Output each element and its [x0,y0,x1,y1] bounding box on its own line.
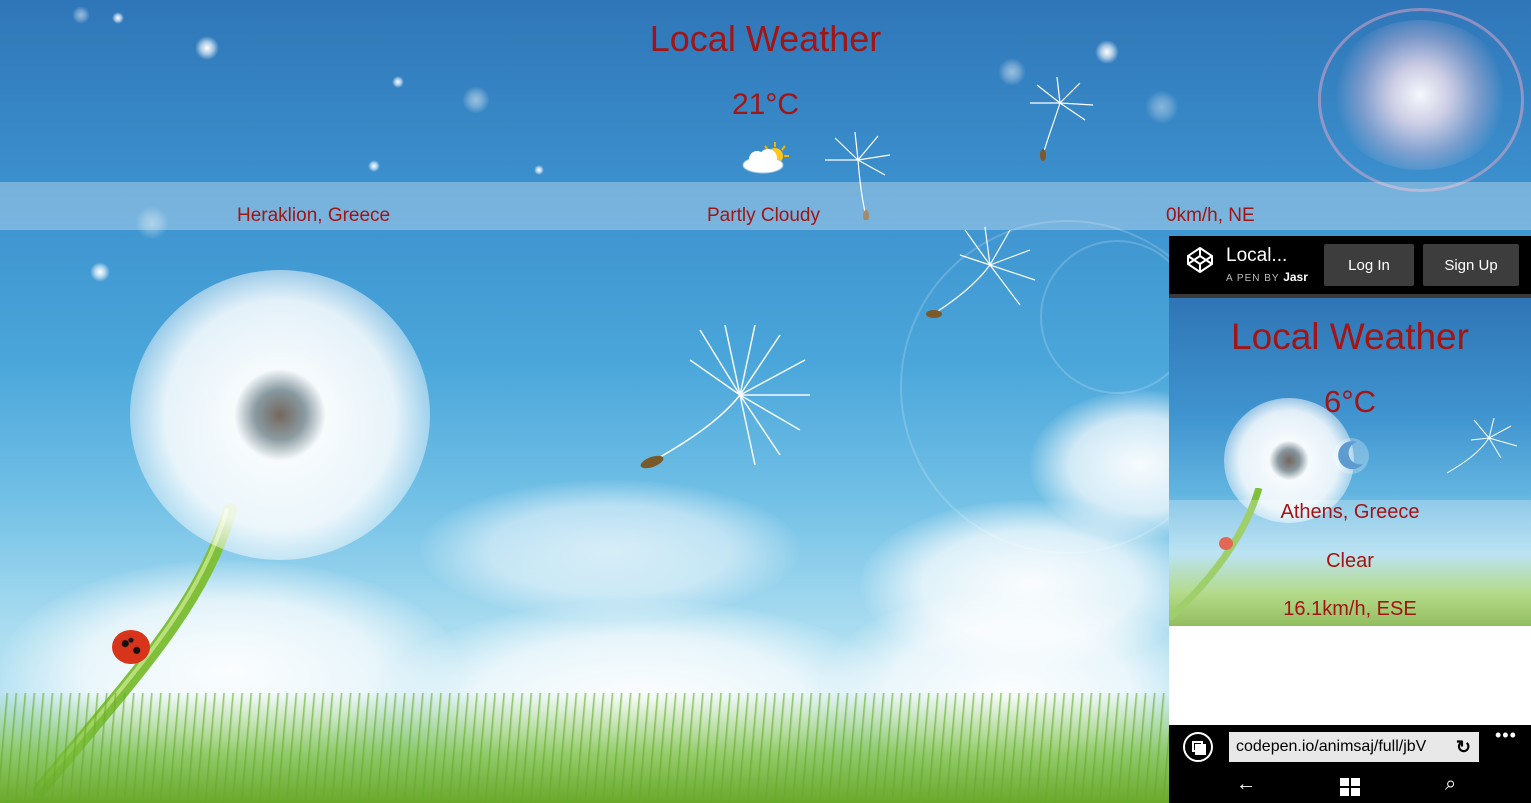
sparkle [534,165,544,175]
more-icon[interactable]: ••• [1495,725,1517,746]
wind: 0km/h, NE [1166,205,1255,226]
moon-icon [1333,438,1369,474]
mini-location: Athens, Greece [1280,501,1420,523]
temperature: 21°C [731,88,800,121]
sparkle [998,58,1026,86]
tabs-icon[interactable] [1183,732,1213,762]
condition: Partly Cloudy [707,205,820,226]
mini-weather-app: Local Weather 6°C Athens, Greece Clear 1… [1169,298,1531,626]
location: Heraklion, Greece [237,205,391,226]
codepen-header: Local... A PEN BY Jasr Log In Sign Up [1169,236,1531,298]
pen-by-label: A PEN BY [1226,273,1280,284]
mini-condition: Clear [1326,550,1374,572]
app-title: Local Weather [649,18,882,59]
codepen-logo-icon[interactable] [1185,245,1215,275]
ladybug-icon [112,630,150,664]
pen-byline: A PEN BY Jasr [1226,270,1308,284]
partly-cloudy-icon [741,140,791,176]
search-icon[interactable]: ⌕ [1445,773,1456,796]
back-arrow-icon[interactable]: ← [1236,773,1256,796]
system-nav-bar: ← ⌕ [1169,769,1531,803]
sparkle [392,76,404,88]
dandelion-puff [130,270,430,560]
sparkle [368,160,380,172]
mini-wind: 16.1km/h, ESE [1283,598,1417,620]
windows-logo-icon[interactable] [1340,778,1360,796]
dandelion-seed [640,324,810,469]
browser-address-bar: codepen.io/animsaj/full/jbV ↻ ••• [1169,725,1531,769]
sparkle [90,262,110,282]
url-text: codepen.io/animsaj/full/jbV [1236,738,1427,755]
pen-title[interactable]: Local... [1226,245,1287,267]
grass [0,693,1180,803]
phone-screenshot: Local... A PEN BY Jasr Log In Sign Up Lo… [1169,236,1531,803]
dandelion-seed [926,226,1036,318]
login-button[interactable]: Log In [1324,244,1414,286]
dandelion-seed [1446,418,1518,474]
signup-button[interactable]: Sign Up [1423,244,1519,286]
mini-app-title: Local Weather [1231,316,1469,357]
pen-author[interactable]: Jasr [1283,270,1308,284]
url-field[interactable]: codepen.io/animsaj/full/jbV ↻ [1229,732,1479,762]
cloud [420,480,800,620]
mini-temperature: 6°C [1323,384,1377,419]
refresh-icon[interactable]: ↻ [1456,732,1471,762]
